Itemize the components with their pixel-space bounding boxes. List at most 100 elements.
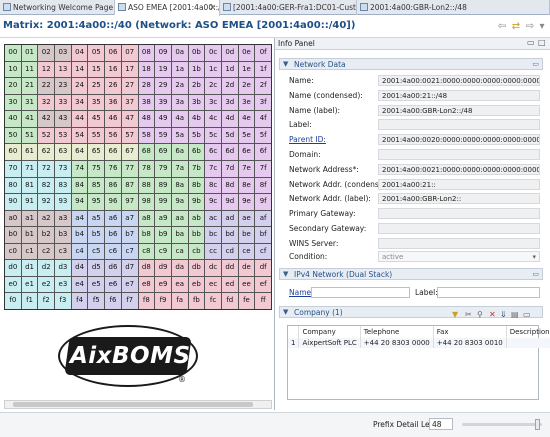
matrix-cell[interactable]: df [255, 260, 271, 276]
matrix-cell[interactable]: 26 [105, 78, 121, 94]
matrix-cell[interactable]: d1 [21, 260, 38, 276]
matrix-cell[interactable]: 71 [21, 160, 38, 177]
matrix-cell[interactable]: 86 [105, 177, 121, 194]
matrix-cell[interactable]: 17 [121, 61, 138, 78]
matrix-cell[interactable]: 05 [88, 45, 105, 61]
close-icon[interactable]: ✕ [209, 0, 216, 15]
matrix-cell[interactable]: 3a [171, 94, 188, 111]
matrix-cell[interactable]: 2e [238, 78, 255, 94]
matrix-cell[interactable]: 1d [221, 61, 238, 78]
matrix-cell[interactable]: f4 [71, 293, 88, 309]
matrix-cell[interactable]: 2a [171, 78, 188, 94]
matrix-cell[interactable]: db [188, 260, 205, 276]
matrix-cell[interactable]: 6d [221, 144, 238, 160]
matrix-cell[interactable]: 4f [255, 111, 271, 127]
matrix-cell[interactable]: 18 [138, 61, 155, 78]
matrix-cell[interactable]: 38 [138, 94, 155, 111]
matrix-cell[interactable]: 19 [155, 61, 171, 78]
matrix-cell[interactable]: 65 [88, 144, 105, 160]
matrix-cell[interactable]: 92 [38, 194, 55, 210]
matrix-cell[interactable]: d7 [121, 260, 138, 276]
matrix-cell[interactable]: 8b [188, 177, 205, 194]
matrix-cell[interactable]: c2 [38, 243, 55, 260]
matrix-cell[interactable]: 29 [155, 78, 171, 94]
field-value[interactable] [378, 208, 540, 219]
matrix-cell[interactable]: 60 [5, 144, 21, 160]
column-header[interactable] [288, 326, 300, 338]
matrix-cell[interactable]: ed [221, 276, 238, 293]
matrix-cell[interactable]: 1f [255, 61, 271, 78]
ipv4-name-link[interactable]: Name: [289, 288, 314, 297]
matrix-cell[interactable]: c6 [105, 243, 121, 260]
matrix-cell[interactable]: 59 [155, 127, 171, 144]
maximize-icon[interactable]: □ [538, 38, 546, 47]
matrix-cell[interactable]: 4c [205, 111, 221, 127]
matrix-cell[interactable]: b3 [55, 227, 71, 243]
field-value[interactable]: 2001:4a00:21::/48 [378, 90, 540, 101]
matrix-cell[interactable]: 1c [205, 61, 221, 78]
matrix-cell[interactable]: a0 [5, 210, 21, 227]
matrix-cell[interactable]: 15 [88, 61, 105, 78]
matrix-cell[interactable]: 7f [255, 160, 271, 177]
column-header[interactable]: Company [298, 326, 361, 338]
filter-icon[interactable]: ▼ [452, 310, 458, 319]
matrix-cell[interactable]: 73 [55, 160, 71, 177]
matrix-cell[interactable]: 84 [71, 177, 88, 194]
matrix-cell[interactable]: e7 [121, 276, 138, 293]
matrix-cell[interactable]: a8 [138, 210, 155, 227]
matrix-cell[interactable]: c0 [5, 243, 21, 260]
matrix-cell[interactable]: 1b [188, 61, 205, 78]
matrix-cell[interactable]: 31 [21, 94, 38, 111]
matrix-cell[interactable]: 83 [55, 177, 71, 194]
matrix-cell[interactable]: a9 [155, 210, 171, 227]
matrix-cell[interactable]: 9f [255, 194, 271, 210]
matrix-cell[interactable]: 0c [205, 45, 221, 61]
matrix-cell[interactable]: 7a [171, 160, 188, 177]
matrix-cell[interactable]: d0 [5, 260, 21, 276]
matrix-cell[interactable]: 24 [71, 78, 88, 94]
matrix-cell[interactable]: f7 [121, 293, 138, 309]
collapse-arrow-icon[interactable]: ▼ [283, 307, 288, 318]
matrix-cell[interactable]: 21 [21, 78, 38, 94]
matrix-cell[interactable]: b7 [121, 227, 138, 243]
matrix-cell[interactable]: 6c [205, 144, 221, 160]
matrix-cell[interactable]: b5 [88, 227, 105, 243]
matrix-cell[interactable]: 61 [21, 144, 38, 160]
matrix-cell[interactable]: 7c [205, 160, 221, 177]
prefix-detail-slider[interactable] [462, 419, 542, 430]
matrix-cell[interactable]: 46 [105, 111, 121, 127]
matrix-cell[interactable]: fb [188, 293, 205, 309]
matrix-cell[interactable]: 4d [221, 111, 238, 127]
matrix-cell[interactable]: 62 [38, 144, 55, 160]
matrix-cell[interactable]: 90 [5, 194, 21, 210]
matrix-cell[interactable]: ca [171, 243, 188, 260]
matrix-cell[interactable]: e1 [21, 276, 38, 293]
matrix-cell[interactable]: ea [171, 276, 188, 293]
matrix-cell[interactable]: f3 [55, 293, 71, 309]
matrix-cell[interactable]: dc [205, 260, 221, 276]
table-icon[interactable]: ▤ [511, 310, 519, 319]
matrix-cell[interactable]: 36 [105, 94, 121, 111]
matrix-cell[interactable]: 09 [155, 45, 171, 61]
matrix-cell[interactable]: 8f [255, 177, 271, 194]
matrix-cell[interactable]: 6f [255, 144, 271, 160]
field-value[interactable]: 2001:4a00:GBR-Lon2:: [378, 193, 540, 204]
matrix-cell[interactable]: 56 [105, 127, 121, 144]
matrix-cell[interactable]: 01 [21, 45, 38, 61]
matrix-cell[interactable]: 3e [238, 94, 255, 111]
matrix-cell[interactable]: 02 [38, 45, 55, 61]
condition-select[interactable]: active [378, 251, 540, 262]
matrix-cell[interactable]: 78 [138, 160, 155, 177]
matrix-cell[interactable]: 0f [255, 45, 271, 61]
matrix-cell[interactable]: 53 [55, 127, 71, 144]
matrix-cell[interactable]: 58 [138, 127, 155, 144]
matrix-cell[interactable]: 48 [138, 111, 155, 127]
matrix-cell[interactable]: b9 [155, 227, 171, 243]
matrix-cell[interactable]: 3b [188, 94, 205, 111]
matrix-cell[interactable]: 51 [21, 127, 38, 144]
matrix-cell[interactable]: 5f [255, 127, 271, 144]
matrix-cell[interactable]: 67 [121, 144, 138, 160]
matrix-cell[interactable]: e4 [71, 276, 88, 293]
matrix-cell[interactable]: 8a [171, 177, 188, 194]
field-value[interactable]: 2001:4a00:0020:0000:0000:0000:0000:0000/… [378, 134, 540, 145]
